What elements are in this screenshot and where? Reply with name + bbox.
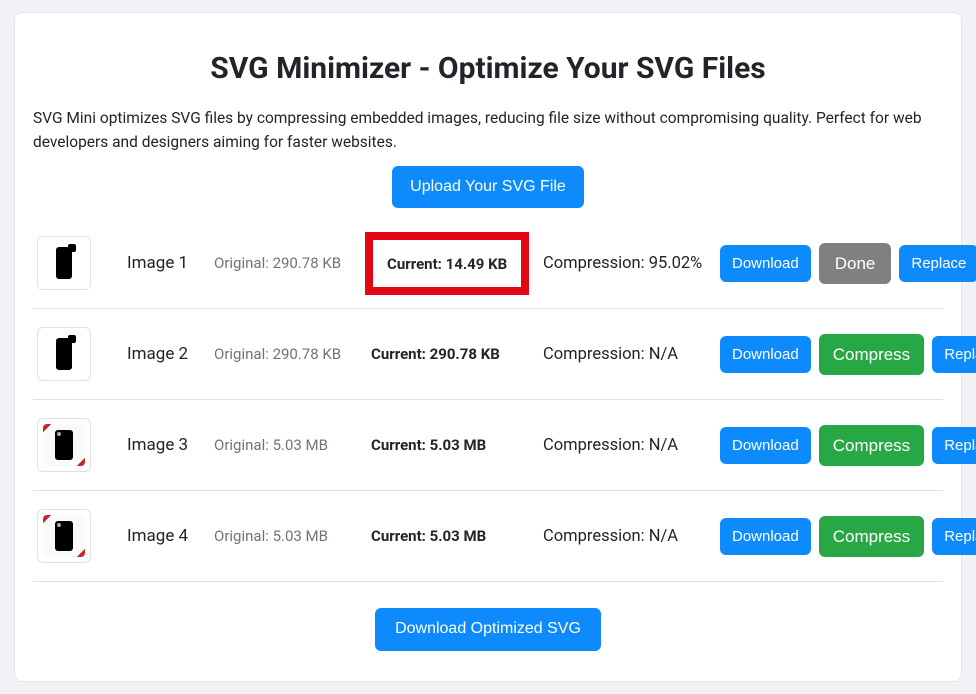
download-button[interactable]: Download <box>720 245 811 282</box>
thumbnail <box>37 327 91 381</box>
replace-button[interactable]: Replace <box>932 336 976 373</box>
compression-ratio: Compression: N/A <box>543 345 708 364</box>
highlight-annotation: Current: 14.49 KB <box>365 232 529 295</box>
thumbnail <box>37 418 91 472</box>
original-size: Original: 5.03 MB <box>214 527 359 545</box>
table-row: Image 1 Original: 290.78 KB Current: 14.… <box>33 218 943 309</box>
image-name: Image 3 <box>127 435 202 455</box>
page-title: SVG Minimizer - Optimize Your SVG Files <box>33 51 943 86</box>
original-size: Original: 5.03 MB <box>214 436 359 454</box>
table-row: Image 2 Original: 290.78 KB Current: 290… <box>33 309 943 400</box>
current-size: Current: 5.03 MB <box>371 527 486 545</box>
current-size: Current: 5.03 MB <box>371 436 486 454</box>
image-name: Image 1 <box>127 253 202 273</box>
done-button[interactable]: Done <box>819 243 892 285</box>
download-button[interactable]: Download <box>720 336 811 373</box>
page-description: SVG Mini optimizes SVG files by compress… <box>33 106 943 154</box>
phone-case-icon <box>43 515 85 557</box>
current-size: Current: 14.49 KB <box>387 255 507 273</box>
replace-button[interactable]: Replace <box>932 427 976 464</box>
phone-icon <box>56 338 72 370</box>
phone-icon <box>56 247 72 279</box>
compression-ratio: Compression: N/A <box>543 527 708 546</box>
download-optimized-button[interactable]: Download Optimized SVG <box>375 608 601 650</box>
main-card: SVG Minimizer - Optimize Your SVG Files … <box>14 12 962 682</box>
original-size: Original: 290.78 KB <box>214 345 359 363</box>
download-button[interactable]: Download <box>720 427 811 464</box>
compress-button[interactable]: Compress <box>819 334 924 376</box>
phone-case-icon <box>43 424 85 466</box>
upload-button[interactable]: Upload Your SVG File <box>392 166 584 208</box>
compression-ratio: Compression: 95.02% <box>543 254 708 273</box>
thumbnail <box>37 236 91 290</box>
row-actions: Download Compress Replace <box>720 425 976 467</box>
table-row: Image 3 Original: 5.03 MB Current: 5.03 … <box>33 400 943 491</box>
row-actions: Download Compress Replace <box>720 334 976 376</box>
replace-button[interactable]: Replace <box>932 518 976 555</box>
current-size: Current: 290.78 KB <box>371 345 500 363</box>
thumbnail <box>37 509 91 563</box>
image-name: Image 4 <box>127 526 202 546</box>
compression-ratio: Compression: N/A <box>543 436 708 455</box>
image-list: Image 1 Original: 290.78 KB Current: 14.… <box>33 218 943 582</box>
image-name: Image 2 <box>127 344 202 364</box>
compress-button[interactable]: Compress <box>819 516 924 558</box>
row-actions: Download Compress Replace <box>720 516 976 558</box>
original-size: Original: 290.78 KB <box>214 254 359 272</box>
row-actions: Download Done Replace <box>720 243 976 285</box>
replace-button[interactable]: Replace <box>899 245 976 282</box>
download-button[interactable]: Download <box>720 518 811 555</box>
compress-button[interactable]: Compress <box>819 425 924 467</box>
table-row: Image 4 Original: 5.03 MB Current: 5.03 … <box>33 491 943 582</box>
